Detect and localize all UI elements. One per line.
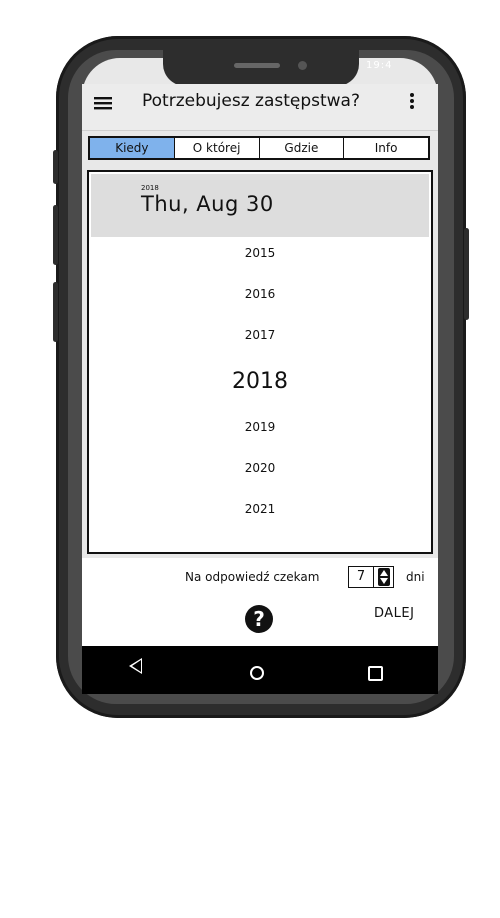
more-vertical-icon[interactable] [409,92,419,114]
tab-gdzie[interactable]: Gdzie [258,138,344,158]
recent-square-icon[interactable] [368,666,383,681]
menu-icon[interactable] [94,94,116,114]
date-picker [87,170,433,554]
year-option[interactable]: 2021 [88,502,432,516]
days-unit-label: dni [406,570,425,584]
next-button[interactable]: DALEJ [374,606,414,621]
status-bar-text: 19:4 [366,60,393,71]
phone-side-button [53,150,58,184]
stepper-arrows-icon[interactable] [374,567,393,587]
phone-side-button [53,205,58,265]
year-option[interactable]: 2020 [88,461,432,475]
year-option[interactable]: 2015 [88,246,432,260]
date-picker-header-year[interactable]: 2018 [141,184,159,192]
year-option[interactable]: 2019 [88,420,432,434]
camera-icon [298,61,307,70]
year-option[interactable]: 2017 [88,328,432,342]
days-stepper-value[interactable]: 7 [349,567,374,587]
tab-kiedy[interactable]: Kiedy [90,138,174,158]
phone-side-button [53,282,58,342]
back-triangle-icon[interactable] [129,658,142,674]
wait-label: Na odpowiedź czekam [185,570,320,584]
year-option[interactable]: 2016 [88,287,432,301]
tab-o-ktorej[interactable]: O której [173,138,259,158]
phone-notch [163,50,359,86]
speaker-icon [234,63,280,68]
days-stepper[interactable]: 7 [348,566,394,588]
date-picker-header-date[interactable]: Thu, Aug 30 [141,192,274,216]
page-title: Potrzebujesz zastępstwa? [142,91,360,111]
question-circle-icon[interactable]: ? [245,605,273,633]
year-option-selected[interactable]: 2018 [88,369,432,394]
phone-side-button [464,228,469,320]
home-circle-icon[interactable] [250,666,264,680]
tab-info[interactable]: Info [343,138,428,158]
tab-bar: Kiedy O której Gdzie Info [88,136,430,160]
